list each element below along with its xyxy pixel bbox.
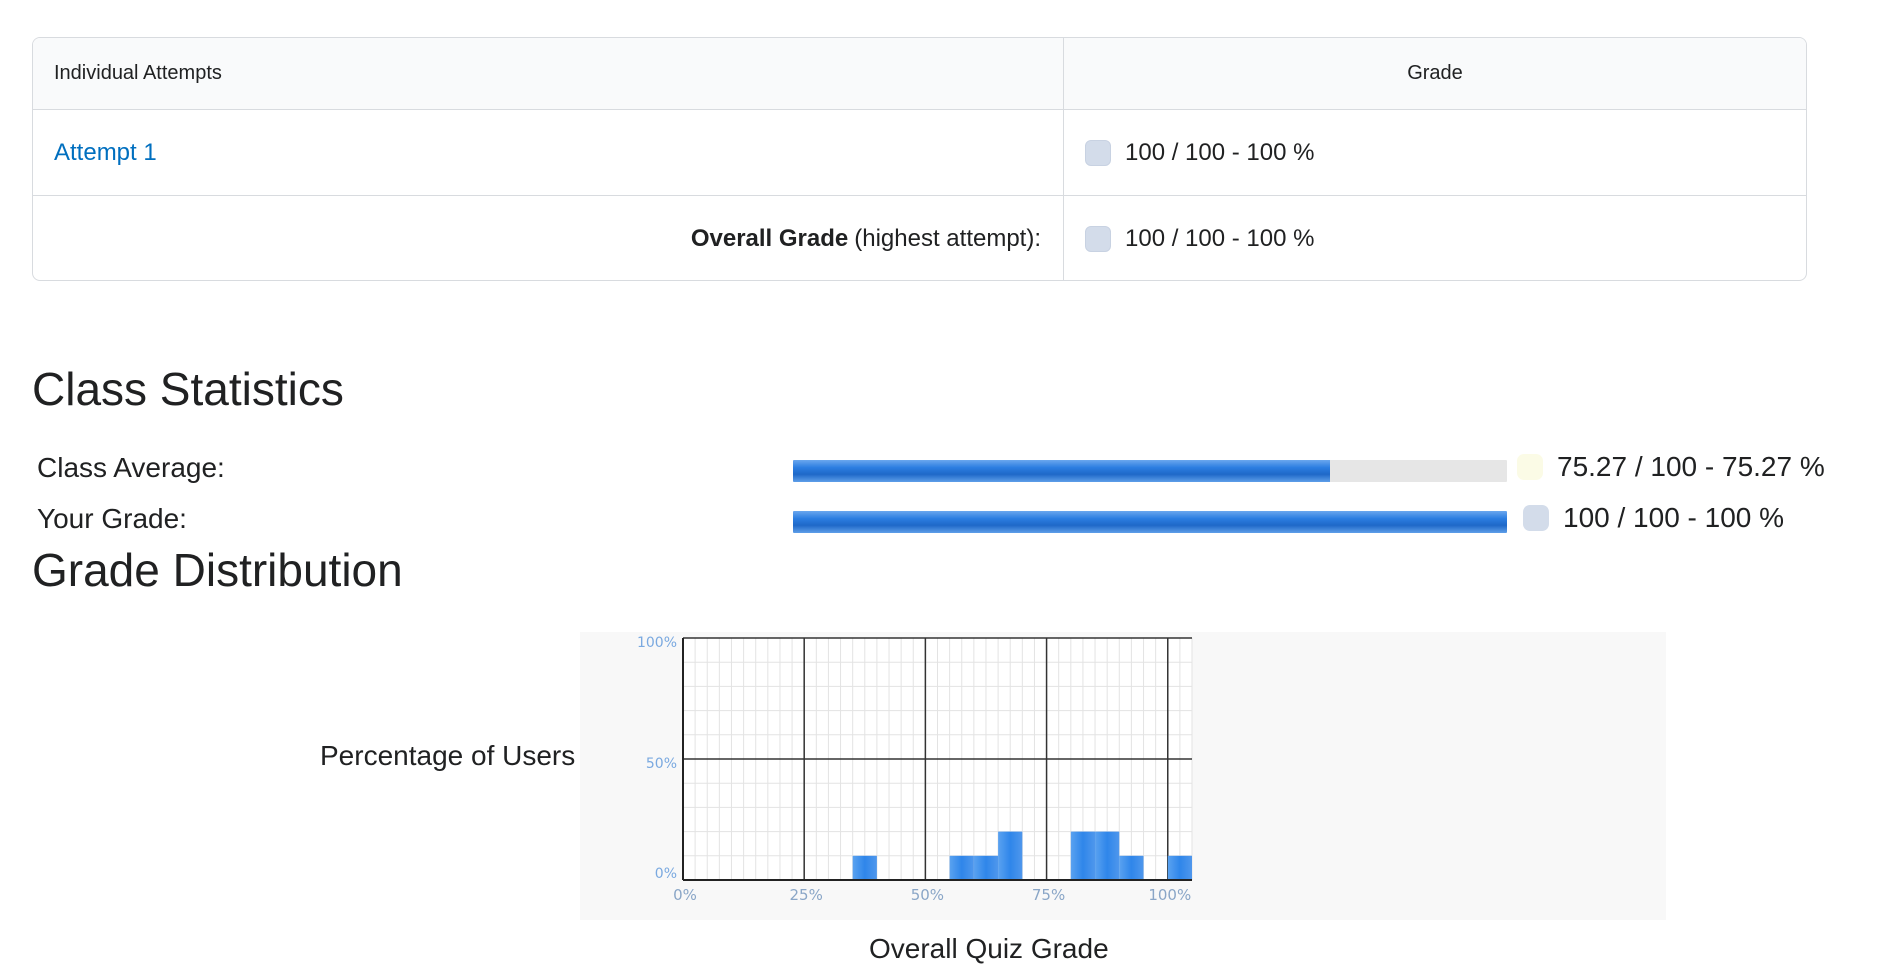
x-tick-label: 75% <box>1032 886 1065 904</box>
overall-grade: 100 / 100 - 100 % <box>1085 225 1314 253</box>
grade-swatch-icon <box>1085 226 1111 252</box>
x-tick-label: 0% <box>673 886 697 904</box>
your-grade-text: 100 / 100 - 100 % <box>1563 502 1785 533</box>
overall-grade-label-bold: Overall Grade <box>690 225 849 252</box>
histogram-bar <box>852 855 877 880</box>
x-axis-title: Overall Quiz Grade <box>869 933 1109 964</box>
attempt-1-link[interactable]: Attempt 1 <box>54 139 157 167</box>
histogram-bar <box>1095 831 1120 880</box>
your-grade-bar <box>793 511 1507 533</box>
your-grade-value: 100 / 100 - 100 % <box>1523 502 1784 534</box>
attempt-grade-cell: 100 / 100 - 100 % <box>1064 110 1806 195</box>
overall-grade-row: Overall Grade (highest attempt): 100 / 1… <box>33 196 1806 280</box>
attempts-table-header: Individual Attempts Grade <box>33 38 1806 110</box>
y-tick-label: 50% <box>646 756 677 772</box>
class-average-swatch-icon <box>1517 454 1543 480</box>
x-tick-label: 50% <box>911 886 944 904</box>
grade-distribution-heading: Grade Distribution <box>32 544 403 596</box>
x-tick-label: 100% <box>1148 886 1191 904</box>
grade-distribution-chart: 0% 50% 100% 0% 25% 50% 75% 100% <box>637 635 1193 904</box>
class-average-bar-fill <box>793 460 1331 482</box>
table-row: Attempt 1 100 / 100 - 100 % <box>33 110 1806 196</box>
overall-grade-text: 100 / 100 - 100 % <box>1125 225 1315 252</box>
x-tick-label: 25% <box>790 886 823 904</box>
your-grade-bar-fill <box>793 511 1507 533</box>
your-grade-label: Your Grade: <box>37 503 187 534</box>
histogram-bar <box>998 831 1023 880</box>
attempt-grade: 100 / 100 - 100 % <box>1085 139 1314 167</box>
class-average-label: Class Average: <box>37 452 225 483</box>
histogram-bar <box>973 855 999 880</box>
histogram-bar <box>1119 855 1144 880</box>
y-axis-title: Percentage of Users <box>320 740 576 771</box>
overall-grade-label: Overall Grade (highest attempt): <box>33 196 1064 280</box>
attempt-cell: Attempt 1 <box>33 110 1064 195</box>
header-grade: Grade <box>1407 62 1463 84</box>
grade-swatch-icon <box>1085 139 1111 166</box>
histogram-bar <box>1070 831 1096 880</box>
y-tick-label: 100% <box>637 635 677 651</box>
overall-grade-label-rest: (highest attempt): <box>854 225 1041 252</box>
header-individual-attempts: Individual Attempts <box>33 38 1064 109</box>
histogram-bar <box>1167 855 1192 880</box>
histogram-bar <box>949 855 974 880</box>
attempt-grade-text: 100 / 100 - 100 % <box>1125 138 1315 166</box>
y-tick-label: 0% <box>655 866 677 882</box>
your-grade-swatch-icon <box>1523 505 1549 531</box>
attempts-table: Individual Attempts Grade Attempt 1 100 … <box>32 37 1807 281</box>
overall-grade-cell: 100 / 100 - 100 % <box>1064 196 1806 280</box>
class-average-text: 75.27 / 100 - 75.27 % <box>1557 451 1825 482</box>
class-statistics-heading: Class Statistics <box>32 363 344 415</box>
class-average-bar <box>793 460 1507 482</box>
class-average-value: 75.27 / 100 - 75.27 % <box>1517 451 1825 483</box>
